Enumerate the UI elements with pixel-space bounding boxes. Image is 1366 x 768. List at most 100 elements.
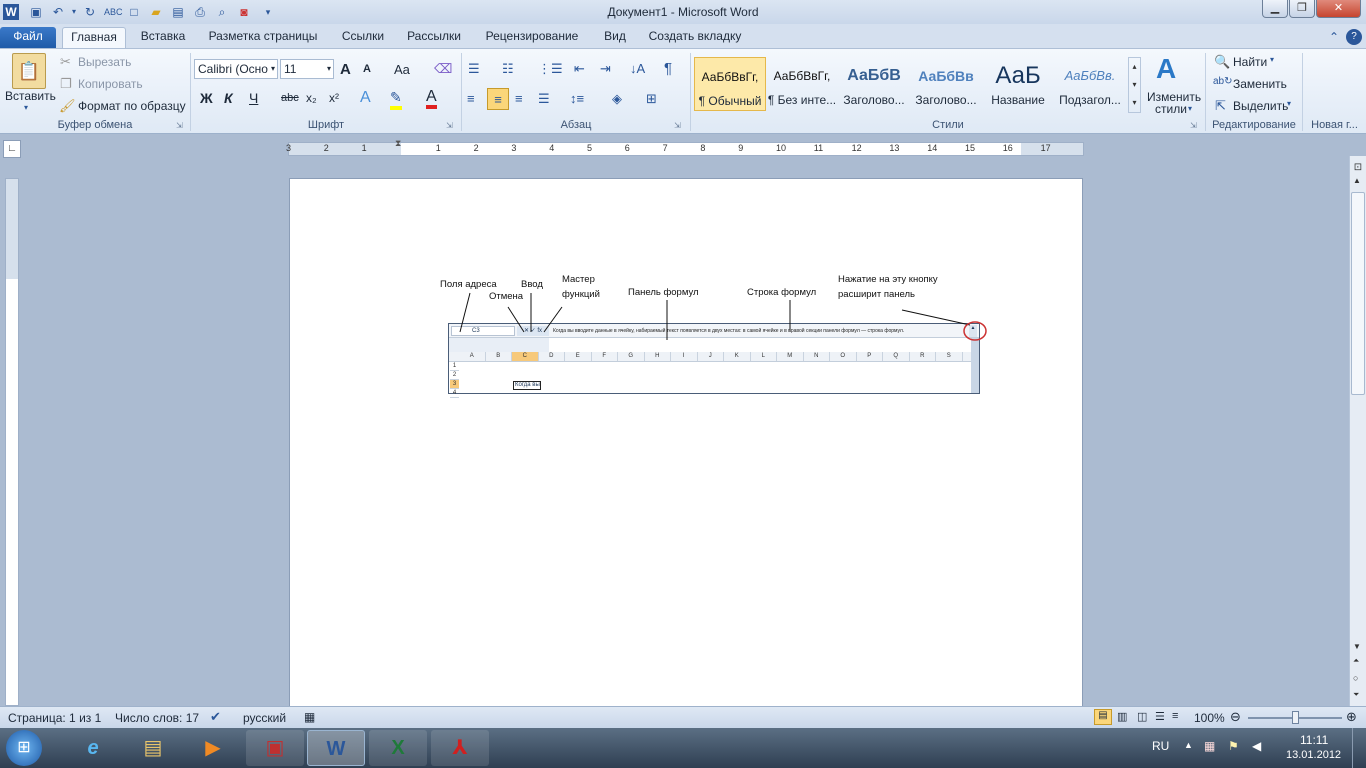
tab-mailings[interactable]: Рассылки [402, 27, 466, 48]
print-layout-icon[interactable]: ▤ [1094, 709, 1112, 725]
tab-custom[interactable]: Создать вкладку [644, 27, 746, 48]
change-case-button[interactable]: Aa [394, 62, 410, 77]
font-size-combo[interactable]: 11 ▾ [280, 59, 334, 79]
ruler-toggle-icon[interactable]: ⊡ [1351, 162, 1365, 174]
find-button[interactable]: Найти [1233, 55, 1267, 69]
tab-view[interactable]: Вид [598, 27, 632, 48]
styles-launcher-icon[interactable]: ⇲ [1190, 121, 1197, 130]
macro-record-icon[interactable]: ▦ [304, 710, 315, 724]
scroll-up-icon[interactable]: ▲ [1353, 176, 1361, 185]
action-center-icon[interactable]: ⚑ [1228, 739, 1239, 753]
acrobat-taskbar-icon[interactable]: ⅄ [431, 730, 489, 766]
show-desktop-button[interactable] [1352, 728, 1366, 768]
justify-icon[interactable]: ☰ [538, 91, 550, 107]
align-left-icon[interactable]: ≡ [467, 91, 475, 106]
sort-icon[interactable]: ↓A [630, 61, 645, 76]
vertical-ruler[interactable] [5, 178, 19, 706]
select-button[interactable]: Выделить [1233, 99, 1288, 113]
style-heading-2[interactable]: АаБбВв Заголово... [910, 57, 982, 111]
tab-insert[interactable]: Вставка [134, 27, 192, 48]
increase-indent-icon[interactable]: ⇥ [600, 61, 611, 77]
outline-icon[interactable]: ☰ [1155, 710, 1165, 723]
replace-button[interactable]: Заменить [1233, 77, 1287, 91]
style-no-spacing[interactable]: АаБбВвГг, ¶ Без инте... [766, 57, 838, 111]
style-heading-1[interactable]: АаБбВ Заголово... [838, 57, 910, 111]
align-center-icon[interactable]: ≡ [487, 88, 509, 110]
vertical-scrollbar[interactable]: ⊡ ▲ ▼ ⏶ ○ ⏷ [1349, 156, 1366, 706]
proofing-icon[interactable]: ✔ [210, 709, 221, 725]
web-layout-icon[interactable]: ◫ [1137, 710, 1147, 723]
clock-date[interactable]: 13.01.2012 [1286, 749, 1341, 761]
tab-selector[interactable]: ∟ [3, 140, 21, 158]
tab-review[interactable]: Рецензирование [476, 27, 588, 48]
bold-button[interactable]: Ж [200, 90, 213, 106]
shrink-font-button[interactable]: A [363, 63, 371, 75]
scroll-down-icon[interactable]: ▼ [1353, 642, 1361, 651]
help-icon[interactable]: ? [1346, 29, 1362, 45]
word-taskbar-icon[interactable]: W [307, 730, 365, 766]
clipboard-launcher-icon[interactable]: ⇲ [176, 121, 183, 130]
full-screen-icon[interactable]: ▥ [1117, 710, 1127, 723]
paste-icon[interactable]: 📋 [12, 53, 46, 89]
zoom-out-icon[interactable]: ⊖ [1230, 709, 1241, 725]
document-page[interactable] [289, 178, 1083, 708]
draft-icon[interactable]: ≡ [1172, 710, 1178, 722]
font-color-button[interactable]: A [426, 89, 437, 109]
volume-icon[interactable]: ◀ [1252, 739, 1261, 753]
numbering-icon[interactable]: ☷ [502, 61, 514, 77]
clock-time[interactable]: 11:11 [1300, 733, 1328, 747]
select-browse-object-icon[interactable]: ○ [1353, 673, 1358, 683]
highlight-icon[interactable]: ✎ [390, 89, 402, 110]
align-right-icon[interactable]: ≡ [515, 91, 523, 106]
multilevel-list-icon[interactable]: ⋮☰ [538, 61, 563, 77]
subscript-button[interactable]: x₂ [306, 91, 317, 105]
borders-icon[interactable]: ⊞ [646, 91, 657, 107]
excel-taskbar-icon[interactable]: X [369, 730, 427, 766]
bullets-icon[interactable]: ☰ [468, 61, 480, 77]
tab-file[interactable]: Файл [0, 27, 56, 48]
explorer-icon[interactable]: ▤ [124, 730, 182, 766]
superscript-button[interactable]: x² [329, 91, 339, 105]
clear-formatting-icon[interactable]: ⌫ [434, 61, 452, 77]
format-painter-button[interactable]: Формат по образцу [78, 99, 186, 113]
internet-explorer-icon[interactable]: e [64, 730, 122, 766]
page-count[interactable]: Страница: 1 из 1 [8, 711, 101, 725]
scroll-thumb[interactable] [1351, 192, 1365, 395]
font-launcher-icon[interactable]: ⇲ [446, 121, 453, 130]
indent-marker-icon[interactable]: ⧗ [395, 138, 401, 149]
style-normal[interactable]: АаБбВвГг, ¶ Обычный [694, 57, 766, 111]
pilcrow-icon[interactable]: ¶ [664, 60, 672, 77]
tab-home[interactable]: Главная [62, 27, 126, 48]
shading-icon[interactable]: ◈ [612, 91, 622, 107]
horizontal-ruler[interactable]: 3 2 1 1 2 3 4 5 6 7 8 9 10 11 12 13 14 15 16 17 [286, 142, 1084, 156]
tray-expand-icon[interactable]: ▲ [1184, 740, 1193, 750]
copy-button[interactable]: Копировать [78, 77, 143, 91]
input-language[interactable]: RU [1152, 739, 1169, 753]
tab-references[interactable]: Ссылки [334, 27, 392, 48]
zoom-in-icon[interactable]: ⊕ [1346, 709, 1357, 725]
italic-button[interactable]: К [224, 90, 233, 106]
paste-dropdown-icon[interactable]: ▾ [24, 103, 28, 112]
zoom-level[interactable]: 100% [1194, 711, 1225, 725]
cut-button[interactable]: Вырезать [78, 55, 131, 69]
start-button-icon[interactable]: ⊞ [6, 730, 42, 766]
word-count[interactable]: Число слов: 17 [115, 711, 199, 725]
decrease-indent-icon[interactable]: ⇤ [574, 61, 585, 77]
tab-page-layout[interactable]: Разметка страницы [202, 27, 324, 48]
strikethrough-button[interactable]: abc [281, 92, 299, 104]
restore-button[interactable]: ❐ [1289, 0, 1315, 18]
change-styles-line2[interactable]: стили [1155, 102, 1187, 116]
style-title[interactable]: АаБ Название [982, 57, 1054, 111]
network-icon[interactable]: ▦ [1204, 739, 1215, 753]
paste-button[interactable]: Вставить [5, 89, 56, 103]
close-button[interactable]: ✕ [1316, 0, 1361, 18]
grow-font-button[interactable]: A [340, 61, 351, 78]
previous-page-icon[interactable]: ⏶ [1353, 656, 1359, 666]
text-effects-icon[interactable]: A [360, 89, 371, 107]
styles-scroll[interactable]: ▴ ▾ ▾ [1128, 57, 1141, 113]
zoom-slider-thumb[interactable] [1292, 711, 1299, 724]
style-subtitle[interactable]: АаБбВв. Подзагол... [1054, 57, 1126, 111]
app-icon-flag[interactable]: ▣ [246, 730, 304, 766]
line-spacing-icon[interactable]: ↕≡ [570, 91, 584, 106]
media-player-icon[interactable]: ▶ [184, 730, 242, 766]
